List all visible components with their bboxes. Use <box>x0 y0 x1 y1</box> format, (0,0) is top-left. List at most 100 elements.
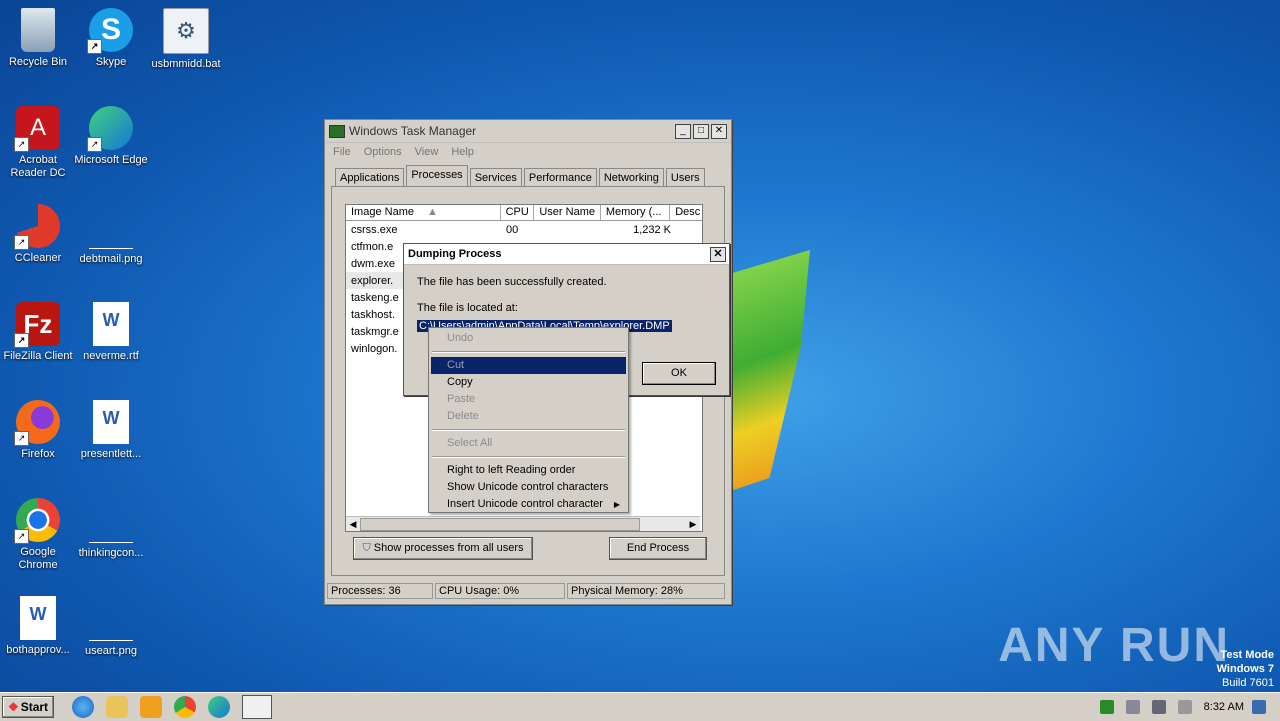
desktop-icon-filezilla[interactable]: Fz ↗ FileZilla Client <box>0 302 76 363</box>
desktop-icon-thinkingcon[interactable]: thinkingcon... <box>73 498 149 560</box>
png-file-icon <box>89 204 133 249</box>
icon-label: FileZilla Client <box>3 350 73 362</box>
process-cpu: 00 <box>506 223 519 236</box>
png-file-icon <box>89 498 133 543</box>
test-mode-build: Build 7601 <box>1222 677 1274 689</box>
dialog-location-label: The file is located at: <box>417 302 518 314</box>
menu-item-rtl[interactable]: Right to left Reading order <box>429 462 628 479</box>
start-button[interactable]: ❖ Start <box>2 696 54 718</box>
display-icon[interactable] <box>1151 700 1166 714</box>
task-manager-taskbar-button[interactable] <box>242 695 272 719</box>
sort-ascending-icon: ▲ <box>427 206 438 218</box>
menu-item-paste[interactable]: Paste <box>429 391 628 408</box>
tab-processes[interactable]: Processes <box>406 165 468 187</box>
flag-icon[interactable] <box>1177 700 1192 714</box>
icon-label: thinkingcon... <box>78 547 144 559</box>
menu-item-delete[interactable]: Delete <box>429 408 628 425</box>
clock[interactable]: 8:32 AM <box>1204 701 1244 713</box>
desktop-icon-debtmail[interactable]: debtmail.png <box>73 204 149 266</box>
minimize-button[interactable]: _ <box>675 123 691 139</box>
anyrun-watermark: ANY RUN <box>998 619 1230 672</box>
firefox-icon: ↗ <box>14 400 60 446</box>
ie-icon[interactable] <box>72 696 94 718</box>
word-doc-icon: W <box>93 302 129 346</box>
desktop-icon-skype[interactable]: S ↗ Skype <box>73 8 149 69</box>
menu-item-cut[interactable]: Cut <box>431 357 626 374</box>
menu-item-copy[interactable]: Copy <box>429 374 628 391</box>
menu-view[interactable]: View <box>415 146 439 158</box>
menu-options[interactable]: Options <box>364 146 402 158</box>
tray-green-icon[interactable] <box>1099 700 1114 714</box>
icon-label: Skype <box>95 56 127 68</box>
tab-applications[interactable]: Applications <box>335 168 405 187</box>
table-row[interactable]: csrss.exe 00 1,232 K <box>346 221 702 238</box>
tab-users[interactable]: Users <box>665 168 705 187</box>
desktop-icon-presentlett[interactable]: W presentlett... <box>73 400 149 461</box>
maximize-button[interactable]: □ <box>693 123 709 139</box>
shortcut-arrow-icon: ↗ <box>14 529 29 544</box>
desktop-icon-edge[interactable]: ↗ Microsoft Edge <box>73 106 149 167</box>
chrome-taskbar-icon[interactable] <box>174 696 196 718</box>
column-label: Image Name <box>351 206 414 218</box>
icon-label: useart.png <box>85 645 137 657</box>
dialog-message: The file has been successfully created. <box>417 276 607 288</box>
menu-separator <box>432 351 625 353</box>
show-desktop-icon[interactable] <box>1252 700 1266 714</box>
icon-label: presentlett... <box>80 448 142 460</box>
menu-item-undo[interactable]: Undo <box>429 330 628 347</box>
shortcut-arrow-icon: ↗ <box>14 431 29 446</box>
recycle-bin-icon <box>21 8 55 52</box>
desktop-icon-chrome[interactable]: ↗ Google Chrome <box>0 498 76 572</box>
menu-separator <box>432 456 625 458</box>
network-icon[interactable] <box>1125 700 1140 714</box>
media-player-icon[interactable] <box>140 696 162 718</box>
system-tray: 8:32 AM <box>1099 696 1280 718</box>
tab-performance[interactable]: Performance <box>523 168 597 187</box>
icon-label: Firefox <box>21 448 55 460</box>
scroll-right-icon[interactable]: ▶ <box>686 517 700 531</box>
dialog-close-button[interactable]: ✕ <box>710 246 726 262</box>
explorer-icon[interactable] <box>106 696 128 718</box>
tab-networking[interactable]: Networking <box>598 168 664 187</box>
icon-label: usbmmidd.bat <box>151 58 221 70</box>
ok-button[interactable]: OK <box>642 362 716 385</box>
column-cpu[interactable]: CPU <box>501 205 535 220</box>
menu-item-insert-unicode[interactable]: Insert Unicode control character ▶ <box>429 496 628 513</box>
test-mode-label: Test Mode Windows 7 Build 7601 <box>1217 648 1274 690</box>
column-image-name[interactable]: Image Name ▲ <box>346 205 501 220</box>
scrollbar-thumb[interactable] <box>360 518 640 531</box>
menu-item-select-all[interactable]: Select All <box>429 435 628 452</box>
dialog-titlebar[interactable]: Dumping Process ✕ <box>404 244 729 265</box>
icon-label: CCleaner <box>14 252 62 264</box>
window-titlebar[interactable]: Windows Task Manager _ □ ✕ <box>325 120 731 143</box>
submenu-arrow-icon: ▶ <box>613 500 620 509</box>
icon-label: Acrobat Reader DC <box>10 154 66 179</box>
column-description[interactable]: Desc <box>670 205 702 220</box>
menu-file[interactable]: File <box>333 146 351 158</box>
status-memory: Physical Memory: 28% <box>567 583 725 599</box>
menu-item-show-unicode[interactable]: Show Unicode control characters <box>429 479 628 496</box>
desktop-icon-bothapprov[interactable]: W bothapprov... <box>0 596 76 657</box>
horizontal-scrollbar[interactable]: ◀ ▶ <box>346 516 700 531</box>
skype-icon: S ↗ <box>87 8 133 54</box>
column-user-name[interactable]: User Name <box>534 205 601 220</box>
close-button[interactable]: ✕ <box>711 123 727 139</box>
desktop-icon-useart[interactable]: useart.png <box>73 596 149 658</box>
tab-services[interactable]: Services <box>469 168 522 187</box>
desktop-icon-acrobat[interactable]: A ↗ Acrobat Reader DC <box>0 106 76 180</box>
process-list-header: Image Name ▲ CPU User Name Memory (... D… <box>346 205 702 221</box>
desktop-icon-firefox[interactable]: ↗ Firefox <box>0 400 76 461</box>
desktop-icon-usbmmidd[interactable]: ⚙ usbmmidd.bat <box>148 8 224 71</box>
menu-help[interactable]: Help <box>451 146 474 158</box>
desktop-icon-neverme[interactable]: W neverme.rtf <box>73 302 149 363</box>
png-file-icon <box>89 596 133 641</box>
desktop-icon-ccleaner[interactable]: ↗ CCleaner <box>0 204 76 265</box>
scroll-left-icon[interactable]: ◀ <box>346 517 360 531</box>
show-all-processes-button[interactable]: ⛉ Show processes from all users <box>353 537 533 560</box>
desktop-icon-recycle-bin[interactable]: Recycle Bin <box>0 8 76 69</box>
menu-bar: File Options View Help <box>325 143 731 161</box>
filezilla-icon: Fz ↗ <box>14 302 60 348</box>
end-process-button[interactable]: End Process <box>609 537 707 560</box>
column-memory[interactable]: Memory (... <box>601 205 671 220</box>
edge-taskbar-icon[interactable] <box>208 696 230 718</box>
